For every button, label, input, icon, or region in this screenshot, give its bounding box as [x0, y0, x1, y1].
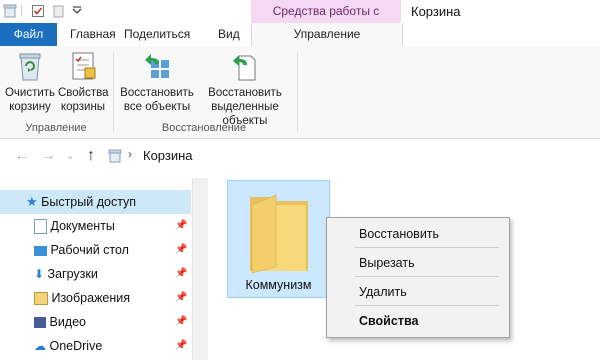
bin-properties-button[interactable]: Свойства корзины: [58, 50, 109, 114]
nav-item-label: Загрузки: [47, 267, 98, 281]
context-tab-header: Средства работы с корзиной: [251, 0, 401, 41]
pin-icon[interactable]: 📌: [175, 292, 187, 303]
nav-item-downloads[interactable]: ⬇ Загрузки: [34, 262, 194, 286]
menu-separator: [355, 305, 499, 306]
nav-item-pictures[interactable]: Изображения: [34, 286, 194, 310]
tab-home[interactable]: Главная: [70, 23, 116, 46]
nav-item-quick-access[interactable]: ★ Быстрый доступ: [26, 190, 136, 214]
tab-share[interactable]: Поделиться: [124, 23, 190, 46]
empty-bin-label-1: Очистить: [4, 87, 56, 99]
group-separator: [113, 52, 114, 132]
tab-manage[interactable]: Управление: [251, 23, 403, 47]
recycle-bin-icon[interactable]: [3, 4, 17, 18]
restore-all-label-1: Восстановить: [120, 87, 194, 99]
context-menu: Восстановить Вырезать Удалить Свойства: [326, 217, 510, 338]
restore-all-icon: [141, 50, 173, 82]
history-chevron-icon[interactable]: ⌄: [66, 151, 74, 162]
empty-bin-icon: [14, 50, 46, 82]
pictures-icon: [34, 292, 48, 306]
downloads-icon: ⬇: [34, 267, 45, 281]
empty-bin-label-2: корзину: [9, 101, 51, 113]
onedrive-icon: ☁: [34, 339, 46, 353]
breadcrumb-current[interactable]: Корзина: [143, 148, 193, 163]
pin-icon[interactable]: 📌: [175, 244, 187, 255]
ribbon-tab-row: Файл Главная Поделиться Вид Управление: [0, 23, 600, 47]
menu-item-restore[interactable]: Восстановить: [359, 227, 439, 241]
group-label-manage: Управление: [25, 122, 87, 134]
menu-item-cut[interactable]: Вырезать: [359, 256, 415, 270]
nav-item-videos[interactable]: Видео: [34, 310, 194, 334]
folder-icon: [250, 194, 308, 274]
bin-properties-label-2: корзины: [60, 101, 106, 113]
star-icon: ★: [26, 194, 38, 209]
nav-item-label: Изображения: [51, 291, 131, 305]
restore-selected-label-1: Восстановить: [208, 87, 282, 99]
nav-scrollbar[interactable]: [192, 178, 208, 360]
pin-icon[interactable]: 📌: [175, 268, 187, 279]
tab-view[interactable]: Вид: [218, 23, 240, 46]
nav-item-label: Видео: [49, 315, 87, 329]
properties-icon: [67, 50, 99, 82]
navigation-pane: ★ Быстрый доступ Документы 📌 Рабочий сто…: [0, 178, 208, 360]
divider: [21, 5, 22, 17]
breadcrumb-chevron-icon[interactable]: ›: [128, 147, 132, 161]
back-arrow-icon[interactable]: ←: [14, 147, 30, 165]
documents-icon: [34, 219, 47, 235]
restore-selected-button[interactable]: Восстановить выделенные объекты: [198, 50, 292, 128]
restore-all-label-2: все объекты: [123, 101, 191, 113]
ribbon: Очистить корзину Свойства корзины Управл…: [0, 46, 600, 139]
nav-item-label: OneDrive: [49, 339, 103, 353]
nav-item-documents[interactable]: Документы: [34, 214, 194, 238]
new-folder-icon[interactable]: [52, 4, 66, 18]
pin-icon[interactable]: 📌: [175, 340, 187, 351]
group-label-restore: Восстановление: [161, 122, 247, 134]
restore-all-button[interactable]: Восстановить все объекты: [116, 50, 198, 114]
videos-icon: [34, 317, 46, 329]
menu-separator: [355, 247, 499, 248]
nav-item-label: Быстрый доступ: [41, 195, 137, 209]
address-bar: ← → ⌄ ↑ › Корзина: [0, 139, 600, 173]
group-separator: [297, 52, 298, 132]
bin-properties-label-1: Свойства: [58, 87, 109, 99]
pin-icon[interactable]: 📌: [175, 220, 187, 231]
nav-item-label: Документы: [50, 219, 115, 233]
forward-arrow-icon[interactable]: →: [40, 147, 56, 165]
tab-file[interactable]: Файл: [0, 23, 57, 46]
up-arrow-icon[interactable]: ↑: [87, 147, 95, 165]
menu-item-properties[interactable]: Свойства: [359, 314, 418, 328]
menu-item-delete[interactable]: Удалить: [359, 285, 407, 299]
title-bar: Средства работы с корзиной Корзина: [0, 0, 600, 41]
recycle-bin-small-icon: [108, 149, 122, 163]
properties-check-icon[interactable]: [31, 4, 45, 18]
menu-separator: [355, 276, 499, 277]
folder-item[interactable]: Коммунизм: [227, 180, 330, 298]
empty-bin-button[interactable]: Очистить корзину: [4, 50, 56, 114]
nav-item-desktop[interactable]: Рабочий стол: [34, 238, 194, 262]
restore-selected-icon: [229, 50, 261, 82]
pin-icon[interactable]: 📌: [175, 316, 187, 327]
nav-item-label: Рабочий стол: [50, 243, 129, 257]
window-title: Корзина: [411, 4, 461, 19]
chevron-down-icon[interactable]: [70, 4, 84, 18]
nav-item-onedrive[interactable]: ☁ OneDrive: [34, 334, 194, 358]
folder-name: Коммунизм: [245, 278, 312, 292]
desktop-folder-icon: [34, 245, 47, 256]
